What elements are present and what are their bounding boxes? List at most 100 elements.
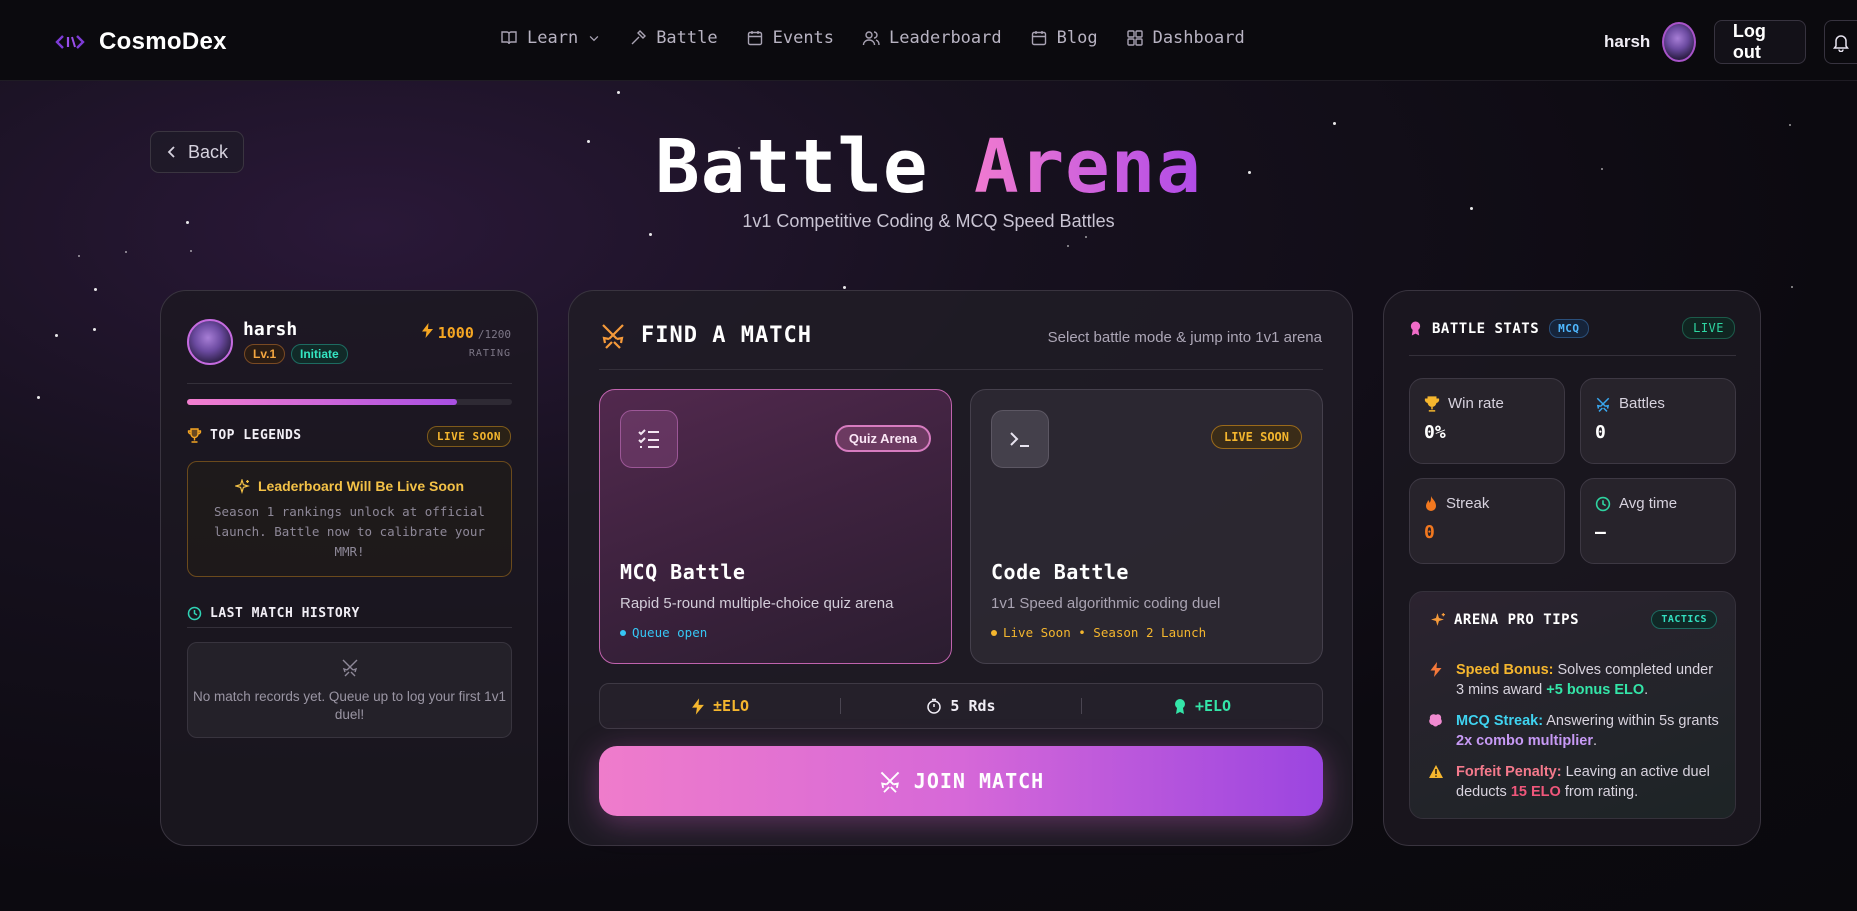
tip-text: MCQ Streak: Answering within 5s grants 2…	[1456, 711, 1723, 751]
trophy-icon	[187, 428, 202, 443]
live-badge: LIVE	[1682, 317, 1735, 339]
page-title-part-2: Arena	[974, 124, 1202, 210]
find-match-header: FIND A MATCH	[599, 321, 812, 349]
crossed-swords-icon	[1596, 397, 1610, 412]
nav-battle-label: Battle	[656, 28, 718, 48]
logout-button[interactable]: Log out	[1713, 20, 1806, 64]
rating-max: /1200	[477, 328, 511, 341]
stat-win-rate: Win rate 0%	[1409, 378, 1565, 464]
lightning-icon	[692, 697, 704, 715]
nav-events[interactable]: Events	[746, 28, 834, 48]
tip-body: Answering within 5s grants	[1543, 713, 1719, 729]
legends-header: TOP LEGENDS	[187, 428, 302, 443]
tip-text: Forfeit Penalty: Leaving an active duel …	[1456, 762, 1723, 802]
calendar-icon	[1031, 31, 1046, 46]
stat-avg-time-label-row: Avg time	[1595, 495, 1721, 512]
mode-badge: MCQ	[1549, 319, 1589, 338]
stat-streak-label-row: Streak	[1424, 495, 1550, 512]
medal-icon	[1410, 321, 1421, 336]
join-match-button[interactable]: JOIN MATCH	[599, 746, 1323, 816]
logo-icon	[55, 35, 85, 49]
chevron-down-icon	[589, 36, 599, 42]
nav-blog[interactable]: Blog	[1030, 28, 1098, 48]
rounds-label: 5 Rds	[950, 697, 996, 715]
stopwatch-icon	[927, 698, 942, 714]
clock-icon	[1595, 496, 1611, 511]
divider	[599, 369, 1323, 370]
stat-battles-value: 0	[1595, 422, 1606, 443]
mcq-battle-status-text: Queue open	[632, 625, 708, 640]
rounds-info: 5 Rds	[841, 697, 1081, 715]
tactics-badge: TACTICS	[1651, 610, 1717, 629]
lightning-icon	[1430, 662, 1442, 677]
stat-avg-time-label: Avg time	[1619, 495, 1678, 512]
tip-forfeit-penalty: Forfeit Penalty: Leaving an active duel …	[1428, 762, 1723, 802]
tip-highlight: 2x combo multiplier	[1456, 733, 1593, 749]
elo-range-label: ±ELO	[712, 697, 750, 715]
nav-username[interactable]: harsh	[1604, 32, 1650, 52]
tip-end: .	[1644, 682, 1649, 698]
xp-progress-bar	[187, 399, 512, 405]
tip-head: MCQ Streak:	[1456, 713, 1544, 729]
stat-avg-time-value: —	[1595, 522, 1606, 543]
nav-learn-label: Learn	[527, 28, 579, 48]
top-nav: CosmoDex Learn Battle Events Leaderboard…	[0, 0, 1857, 81]
pro-tips-header: ARENA PRO TIPS	[1430, 612, 1579, 628]
crossed-swords-icon	[602, 324, 624, 349]
nav-leaderboard-label: Leaderboard	[889, 28, 1002, 48]
avatar[interactable]	[1662, 22, 1696, 62]
leaderboard-notice-title-row: Leaderboard Will Be Live Soon	[188, 478, 511, 494]
status-dot	[991, 629, 997, 636]
main-menu: Learn Battle Events Leaderboard Blog Das…	[500, 28, 1273, 48]
code-battle-desc: 1v1 Speed algorithmic coding duel	[991, 595, 1221, 612]
elo-gain: +ELO	[1082, 697, 1322, 715]
tip-highlight: +5 bonus ELO	[1546, 682, 1645, 698]
nav-events-label: Events	[772, 28, 835, 48]
page-title-part-1: Battle	[655, 124, 929, 210]
checklist-icon	[620, 410, 678, 468]
find-match-panel: FIND A MATCH Select battle mode & jump i…	[568, 290, 1353, 846]
leaderboard-notice-desc: Season 1 rankings unlock at official lau…	[214, 504, 485, 559]
match-info-strip: ±ELO 5 Rds +ELO	[599, 683, 1323, 729]
brand-logo[interactable]: CosmoDex	[55, 28, 227, 56]
battle-stats-title: BATTLE STATS	[1432, 320, 1540, 337]
page-subtitle: 1v1 Competitive Coding & MCQ Speed Battl…	[742, 211, 1115, 231]
nav-battle[interactable]: Battle	[629, 28, 718, 48]
terminal-icon	[991, 410, 1049, 468]
lightning-icon	[421, 323, 433, 338]
bell-icon	[1833, 35, 1849, 52]
stat-streak-label: Streak	[1446, 495, 1490, 512]
tip-speed-bonus: Speed Bonus: Solves completed under 3 mi…	[1428, 660, 1723, 700]
page-title: Battle Arena	[0, 124, 1857, 210]
sparkle-icon	[1431, 613, 1445, 626]
mcq-battle-card[interactable]: Quiz Arena MCQ Battle Rapid 5-round mult…	[599, 389, 952, 664]
elo-gain-label: +ELO	[1194, 697, 1232, 715]
xp-progress-fill	[187, 399, 457, 405]
tip-end: .	[1592, 733, 1598, 749]
rating-label: RATING	[468, 348, 511, 359]
nav-learn[interactable]: Learn	[500, 28, 601, 48]
hammer-icon	[631, 30, 647, 45]
profile-panel: harsh Lv.1 Initiate 1000 /1200 RATING TO…	[160, 290, 538, 846]
rating-value: 1000	[437, 324, 474, 342]
warning-icon	[1429, 765, 1443, 778]
nav-leaderboard[interactable]: Leaderboard	[862, 28, 1002, 48]
code-battle-card[interactable]: LIVE SOON Code Battle 1v1 Speed algorith…	[970, 389, 1323, 664]
live-soon-tag: LIVE SOON	[1210, 425, 1302, 449]
code-battle-status: Live Soon • Season 2 Launch	[991, 625, 1206, 640]
divider	[187, 383, 512, 384]
profile-name: harsh	[243, 319, 298, 340]
find-match-title: FIND A MATCH	[641, 322, 812, 348]
history-title: LAST MATCH HISTORY	[210, 606, 360, 621]
nav-dashboard-label: Dashboard	[1152, 28, 1245, 48]
stat-battles-label-row: Battles	[1595, 395, 1721, 412]
battle-stats-panel: BATTLE STATS MCQ LIVE Win rate 0% Battle…	[1383, 290, 1761, 846]
match-history-empty: No match records yet. Queue up to log yo…	[187, 642, 512, 738]
nav-dashboard[interactable]: Dashboard	[1126, 28, 1245, 48]
pro-tips-card: ARENA PRO TIPS TACTICS Speed Bonus: Solv…	[1409, 591, 1736, 819]
stat-win-rate-label: Win rate	[1448, 395, 1504, 412]
tip-text: Speed Bonus: Solves completed under 3 mi…	[1456, 660, 1723, 700]
join-match-label: JOIN MATCH	[913, 769, 1045, 793]
rating: 1000 /1200	[421, 323, 511, 342]
notifications-button[interactable]	[1824, 20, 1857, 64]
